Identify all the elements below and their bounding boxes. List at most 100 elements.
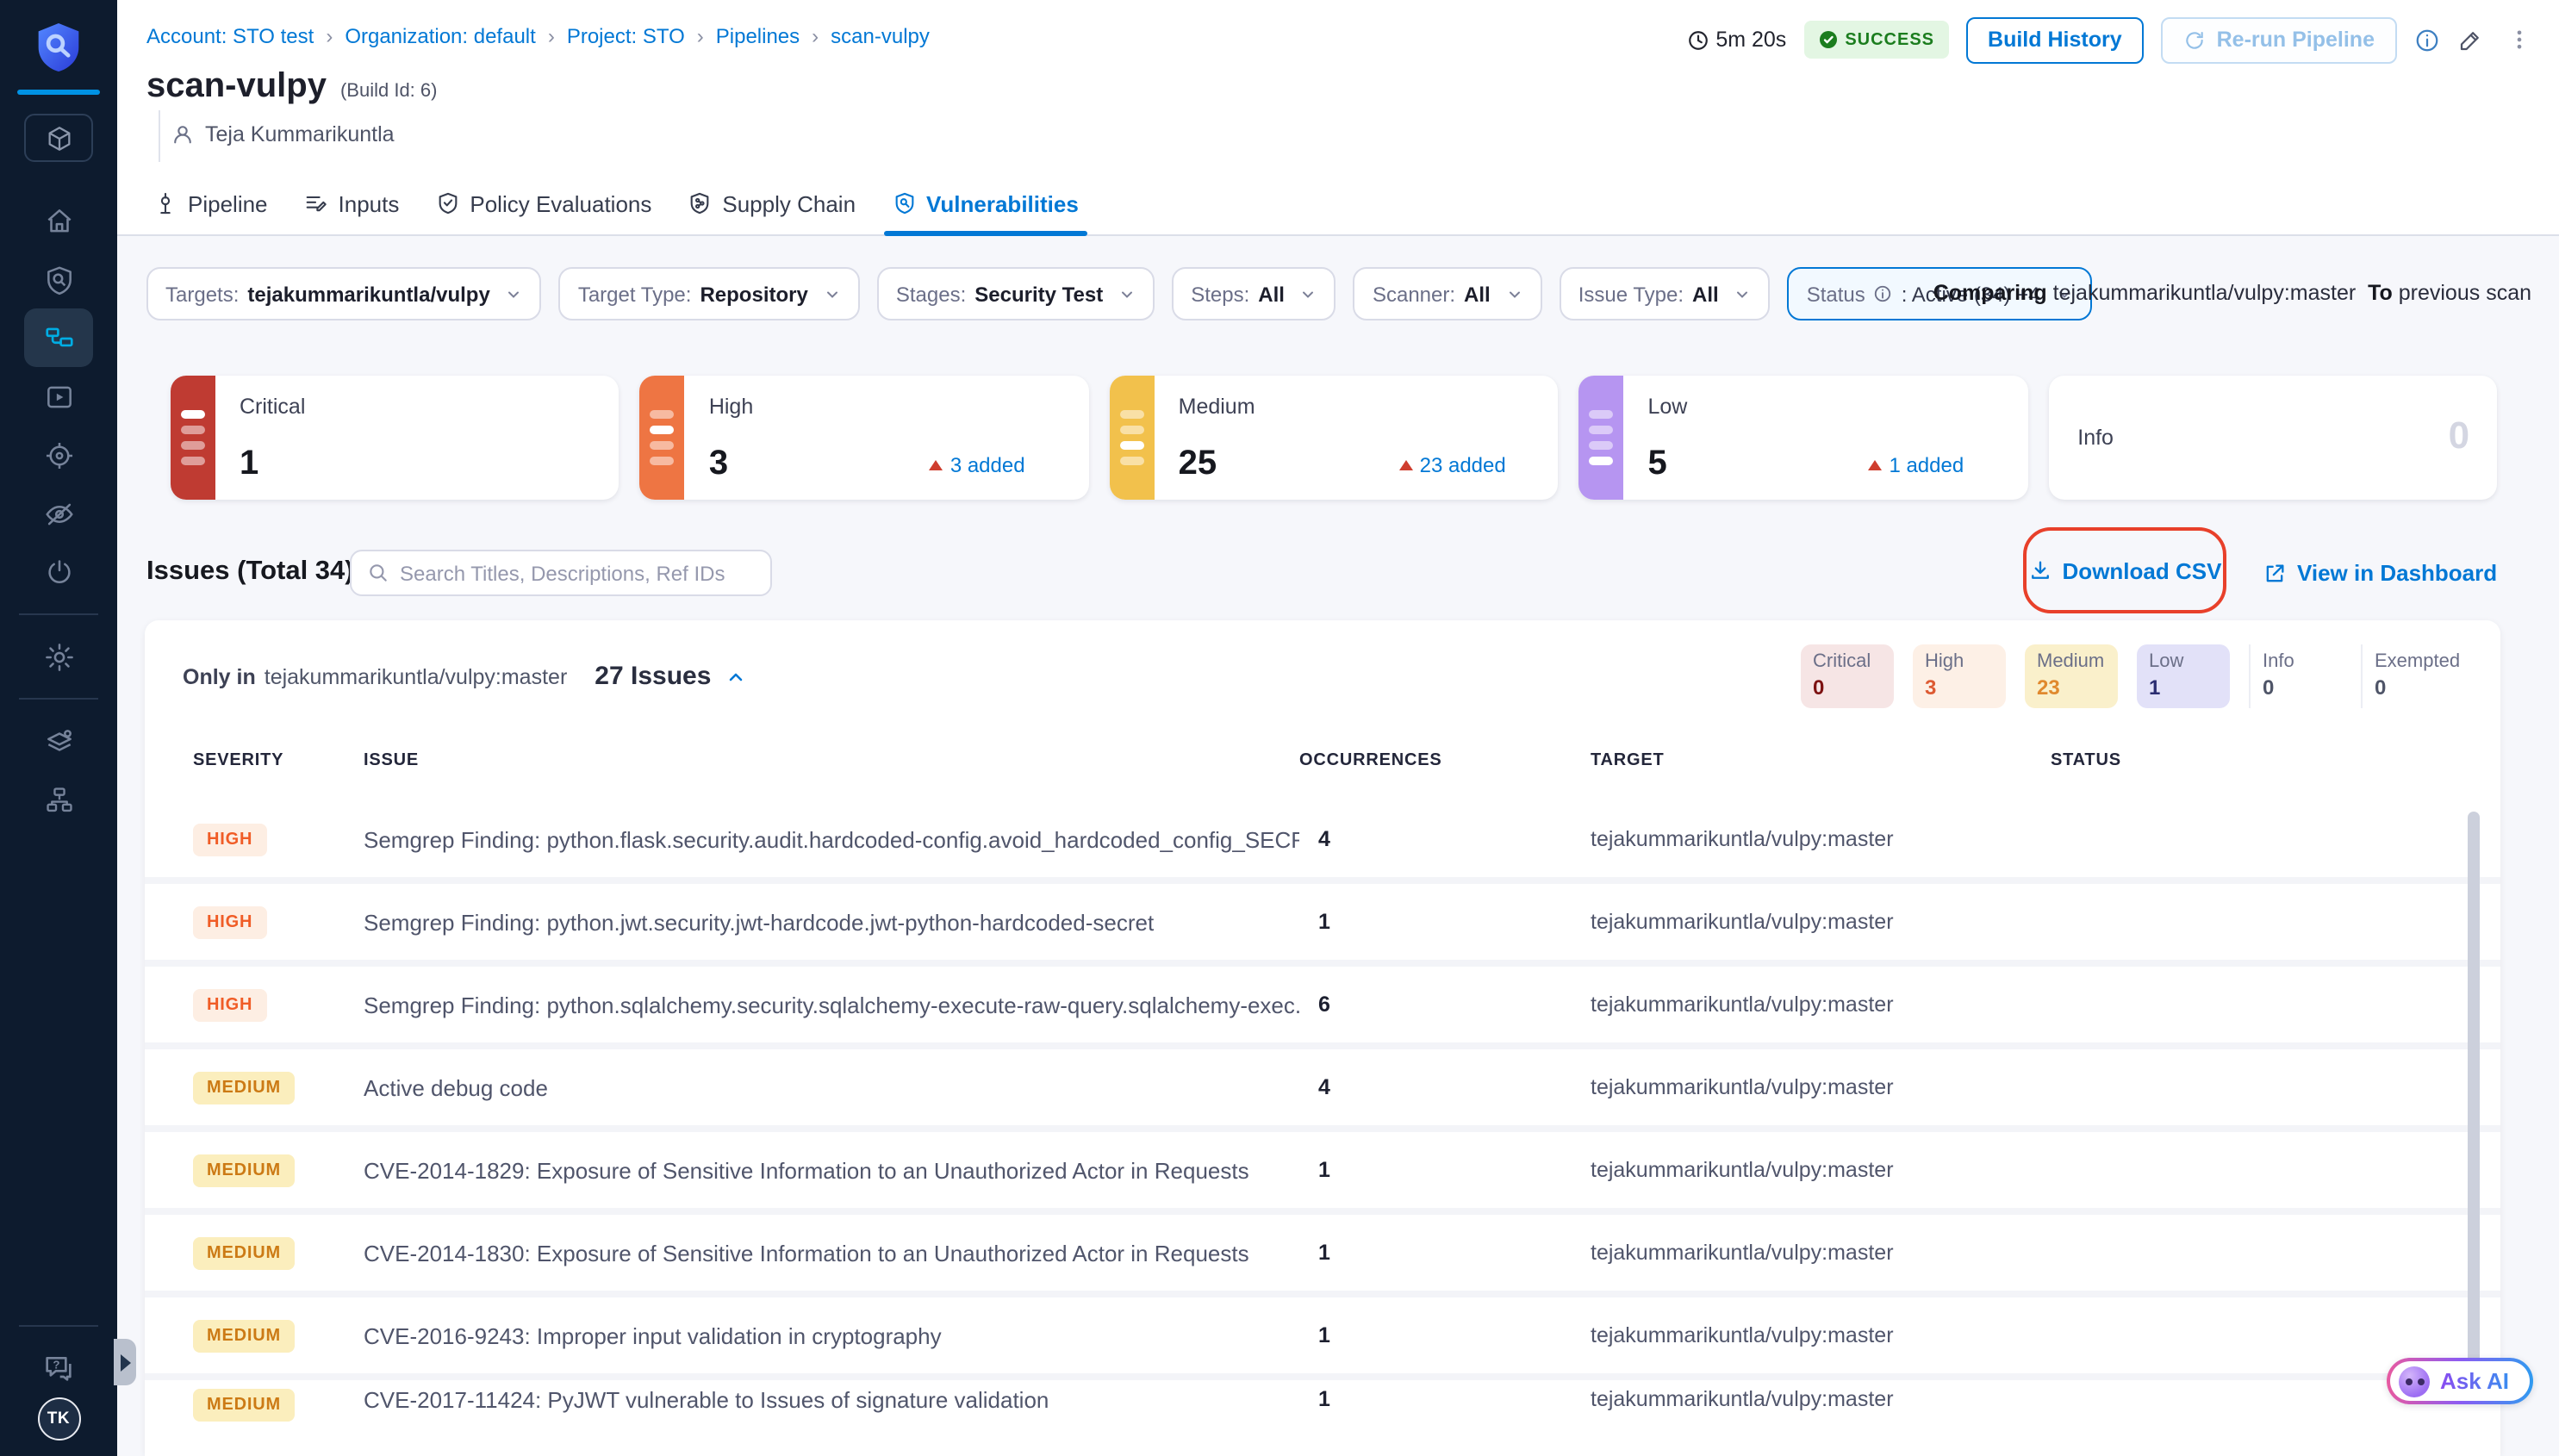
added-delta: 1 added — [1868, 453, 1964, 477]
table-row[interactable]: MEDIUM CVE-2014-1830: Exposure of Sensit… — [145, 1215, 2500, 1297]
table-row[interactable]: MEDIUM CVE-2016-9243: Improper input val… — [145, 1297, 2500, 1380]
module-selector-cube-icon[interactable] — [24, 114, 93, 162]
sidebar-item-executions[interactable] — [24, 367, 93, 426]
user-avatar[interactable]: TK — [37, 1397, 80, 1440]
tab-policy-evaluations[interactable]: Policy Evaluations — [432, 172, 655, 234]
target: tejakummarikuntla/vulpy:master — [1591, 1075, 2051, 1099]
medium-severity-icon — [1110, 376, 1155, 500]
target: tejakummarikuntla/vulpy:master — [1591, 1323, 2051, 1347]
search-input[interactable] — [400, 561, 755, 585]
tab-inputs[interactable]: Inputs — [301, 172, 403, 234]
breadcrumb-account[interactable]: Account: STO test — [146, 24, 314, 48]
triggered-by-user: Teja Kummarikuntla — [171, 122, 395, 146]
occurrences: 6 — [1299, 992, 1591, 1017]
filter-scanner[interactable]: Scanner:All — [1354, 267, 1542, 320]
chip-medium[interactable]: Medium23 — [2025, 644, 2118, 708]
vulnerabilities-shield-icon — [892, 191, 916, 215]
issues-search[interactable] — [350, 550, 772, 596]
issues-table-body: HIGH Semgrep Finding: python.flask.secur… — [145, 801, 2500, 1456]
filter-bar: Targets:tejakummarikuntla/vulpy Target T… — [146, 267, 2092, 320]
added-delta: 23 added — [1399, 453, 1506, 477]
vertical-scrollbar[interactable] — [2468, 812, 2480, 1363]
table-row[interactable]: MEDIUM CVE-2017-11424: PyJWT vulnerable … — [145, 1380, 2500, 1456]
card-info[interactable]: Info 0 — [2048, 376, 2497, 500]
chip-low[interactable]: Low1 — [2137, 644, 2230, 708]
filter-stages[interactable]: Stages:Security Test — [877, 267, 1155, 320]
ai-mascot-icon — [2399, 1366, 2430, 1397]
sidebar-item-targets[interactable] — [24, 426, 93, 484]
sidebar-expand-handle[interactable] — [114, 1339, 136, 1385]
sidebar-item-get-started[interactable] — [24, 543, 93, 601]
tab-supply-chain[interactable]: Supply Chain — [684, 172, 859, 234]
table-row[interactable]: MEDIUM Active debug code 4 tejakummariku… — [145, 1049, 2500, 1132]
occurrences: 1 — [1299, 910, 1591, 934]
info-circle-icon[interactable] — [2414, 27, 2440, 53]
group-target: tejakummarikuntla/vulpy:master — [265, 664, 568, 688]
chip-info[interactable]: Info0 — [2249, 644, 2342, 708]
severity-filter-chips: Critical0 High3 Medium23 Low1 Info0 Exem… — [1801, 644, 2454, 708]
target: tejakummarikuntla/vulpy:master — [1591, 1158, 2051, 1182]
chevron-separator: › — [326, 24, 333, 48]
view-in-dashboard-button[interactable]: View in Dashboard — [2263, 560, 2497, 586]
breadcrumb-org[interactable]: Organization: default — [345, 24, 536, 48]
table-header: SEVERITY ISSUE OCCURRENCES TARGET STATUS — [145, 751, 2500, 782]
pipeline-tabs: Pipeline Inputs Policy Evaluations Suppl… — [117, 172, 2559, 236]
vulnerabilities-content: Targets:tejakummarikuntla/vulpy Target T… — [117, 236, 2559, 1456]
table-row[interactable]: MEDIUM CVE-2014-1829: Exposure of Sensit… — [145, 1132, 2500, 1215]
chevron-up-icon[interactable] — [725, 666, 745, 687]
issue-group-header[interactable]: Only in tejakummarikuntla/vulpy:master 2… — [183, 644, 745, 708]
card-low[interactable]: Low 5 1 added — [1578, 376, 2027, 500]
table-row[interactable]: HIGH Semgrep Finding: python.flask.secur… — [145, 801, 2500, 884]
severity-badge: MEDIUM — [193, 1154, 295, 1187]
help-chat-icon[interactable]: ? — [24, 1339, 93, 1397]
page-title: scan-vulpy — [146, 67, 327, 107]
breadcrumb-pipeline-name[interactable]: scan-vulpy — [831, 24, 930, 48]
table-row[interactable]: HIGH Semgrep Finding: python.sqlalchemy.… — [145, 967, 2500, 1049]
ask-ai-button[interactable]: Ask AI — [2387, 1358, 2533, 1404]
chip-exempted[interactable]: Exempted0 — [2361, 644, 2454, 708]
card-medium[interactable]: Medium 25 23 added — [1110, 376, 1559, 500]
chip-high[interactable]: High3 — [1913, 644, 2006, 708]
sidebar-item-test-targets[interactable] — [24, 484, 93, 543]
card-critical[interactable]: Critical 1 — [171, 376, 620, 500]
severity-badge: HIGH — [193, 824, 266, 856]
edit-pencil-icon[interactable] — [2457, 27, 2483, 53]
search-icon — [367, 562, 389, 584]
check-circle-icon — [1817, 29, 1838, 50]
tab-pipeline[interactable]: Pipeline — [150, 172, 271, 234]
status-badge: SUCCESS — [1803, 21, 1948, 59]
sidebar-item-home[interactable] — [24, 191, 93, 250]
occurrences: 1 — [1299, 1158, 1591, 1182]
sidebar-item-default-settings[interactable] — [24, 712, 93, 770]
sidebar-item-account-settings[interactable] — [24, 770, 93, 829]
chevron-down-icon — [1734, 285, 1752, 302]
sidebar-item-pipelines[interactable] — [24, 308, 93, 367]
filter-steps[interactable]: Steps:All — [1172, 267, 1336, 320]
breadcrumb-project[interactable]: Project: STO — [567, 24, 685, 48]
breadcrumb-pipelines[interactable]: Pipelines — [716, 24, 800, 48]
sidebar-item-project-settings[interactable] — [24, 627, 93, 686]
rerun-pipeline-button[interactable]: Re-run Pipeline — [2162, 16, 2397, 63]
sto-logo-icon[interactable] — [34, 21, 83, 74]
occurrences: 1 — [1299, 1323, 1591, 1347]
table-row[interactable]: HIGH Semgrep Finding: python.jwt.securit… — [145, 884, 2500, 967]
chip-critical[interactable]: Critical0 — [1801, 644, 1894, 708]
target: tejakummarikuntla/vulpy:master — [1591, 1241, 2051, 1265]
card-high[interactable]: High 3 3 added — [640, 376, 1089, 500]
issue-title: CVE-2016-9243: Improper input validation… — [364, 1322, 1299, 1348]
download-csv-button[interactable]: Download CSV — [2028, 557, 2222, 583]
chevron-down-icon — [1506, 285, 1523, 302]
sidebar-item-scans[interactable] — [24, 250, 93, 308]
build-history-button[interactable]: Build History — [1965, 16, 2145, 63]
filter-target-type[interactable]: Target Type:Repository — [559, 267, 860, 320]
chevron-down-icon — [1118, 285, 1136, 302]
severity-badge: MEDIUM — [193, 1237, 295, 1270]
filter-targets[interactable]: Targets:tejakummarikuntla/vulpy — [146, 267, 542, 320]
kebab-menu-icon[interactable] — [2507, 26, 2531, 53]
logo-underline — [17, 90, 100, 95]
filter-issue-type[interactable]: Issue Type:All — [1560, 267, 1771, 320]
inputs-icon — [304, 191, 328, 215]
triangle-up-icon — [1399, 460, 1413, 470]
tab-vulnerabilities[interactable]: Vulnerabilities — [888, 172, 1082, 234]
issue-title: CVE-2014-1829: Exposure of Sensitive Inf… — [364, 1157, 1299, 1183]
